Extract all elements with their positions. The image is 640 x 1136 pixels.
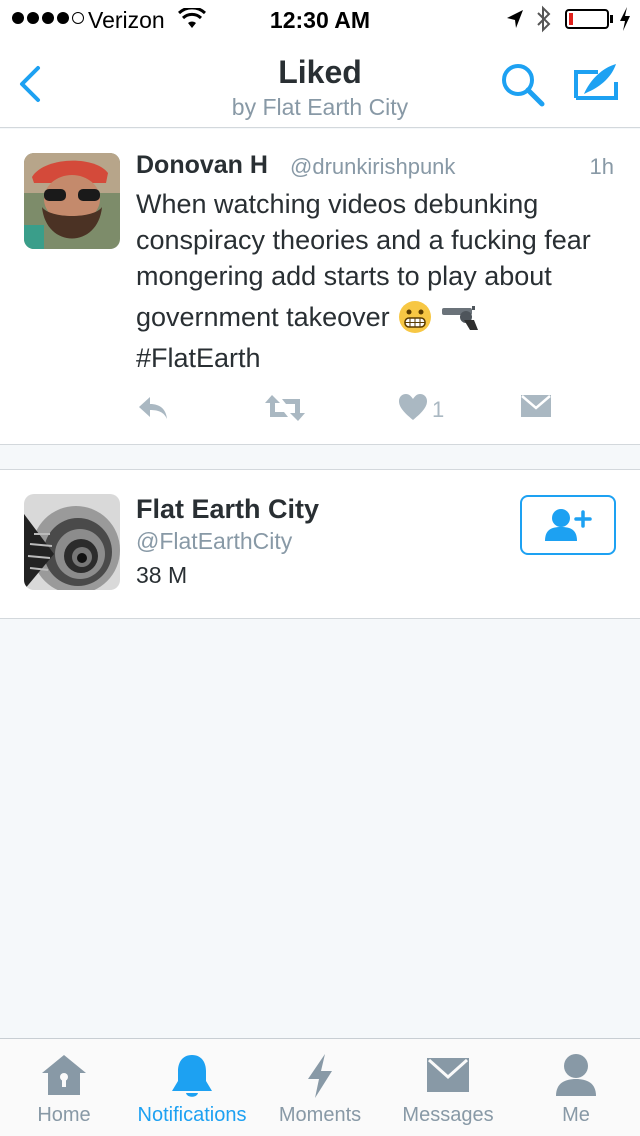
tweet-text-fragment: government takeover	[136, 302, 390, 332]
reply-icon[interactable]	[136, 393, 170, 423]
heart-icon[interactable]	[398, 393, 428, 421]
battery-icon	[565, 9, 609, 29]
tab-bar: Home Notifications Moments Messages Me	[0, 1038, 640, 1136]
message-icon[interactable]	[520, 393, 552, 419]
user-name[interactable]: Flat Earth City	[136, 494, 319, 525]
navigation-bar: Liked by Flat Earth City	[0, 40, 640, 128]
tweet-text-line: conspiracy theories and a fucking fear	[136, 225, 591, 255]
lightning-icon	[308, 1054, 332, 1098]
follower-count: 38 M	[136, 562, 188, 588]
tweet-author-handle[interactable]: @drunkirishpunk	[290, 154, 455, 180]
tweet-text-line: mongering add starts to play about	[136, 261, 552, 291]
user-card[interactable]: Flat Earth City @FlatEarthCity 38 M	[0, 469, 640, 619]
location-arrow-icon	[507, 10, 523, 28]
tweet-text: When watching videos debunking conspirac…	[136, 186, 626, 376]
envelope-icon	[427, 1058, 469, 1092]
compose-icon[interactable]	[570, 58, 622, 110]
pistol-emoji	[441, 306, 478, 330]
tweet-author-avatar[interactable]	[24, 153, 120, 249]
like-count: 1	[432, 397, 445, 422]
tab-me[interactable]: Me	[512, 1039, 640, 1136]
status-bar: Verizon 12:30 AM	[0, 0, 640, 40]
retweet-icon[interactable]	[264, 393, 306, 423]
tweet-author-name[interactable]: Donovan H	[136, 151, 268, 180]
charging-bolt-icon	[620, 7, 630, 31]
bell-icon	[172, 1055, 212, 1097]
add-user-icon	[545, 509, 592, 541]
tweet-hashtag[interactable]: #FlatEarth	[136, 340, 626, 376]
tweet-timestamp: 1h	[589, 154, 614, 179]
grimacing-face-emoji	[398, 301, 431, 333]
user-handle: @FlatEarthCity	[136, 528, 293, 554]
person-icon	[556, 1054, 596, 1096]
bluetooth-icon	[537, 5, 551, 33]
tweet-text-line: government takeover	[136, 294, 626, 340]
tweet[interactable]: Donovan H @drunkirishpunk 1h When watchi…	[0, 129, 640, 445]
tab-label: Me	[562, 1104, 590, 1126]
tweet-actions: 1	[136, 393, 576, 429]
user-avatar[interactable]	[24, 494, 120, 590]
tweet-text-line: When watching videos debunking	[136, 189, 539, 219]
follow-button[interactable]	[520, 495, 616, 555]
search-icon[interactable]	[498, 60, 548, 110]
home-icon	[42, 1055, 86, 1095]
